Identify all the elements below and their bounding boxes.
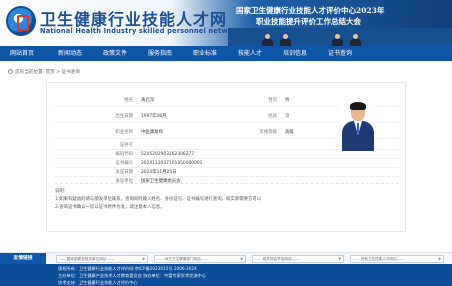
row-date: 发证日期 2024年11月25日 bbox=[55, 168, 399, 177]
notes-line-1: 1.如果有疑虑的请与颁发单位联系，查询同时输入姓名、身份证号、证书编号进行查询，… bbox=[55, 197, 262, 202]
banner-person bbox=[280, 34, 291, 46]
occupation-label: 职业名称 bbox=[115, 130, 133, 135]
banner-title-line2: 职业技能提升评价工作总结大会 bbox=[256, 17, 361, 26]
certificate-panel: 姓名 黄启深 性别 男 出生日期 1997年06月 民族 汉 职业名称 中医康复… bbox=[46, 82, 406, 232]
site-footer: 版权所有：卫生健康行业技能人才评价网 京ICP备2023015号 2006-20… bbox=[0, 264, 452, 286]
ethnicity-label: 民族 bbox=[268, 114, 277, 119]
occupation-value: 中医康复师 bbox=[141, 130, 163, 135]
breadcrumb: 您的当前位置: 首页 > 证书查询 bbox=[8, 69, 80, 75]
site-header: 卫生健康行业技能人才网 National Health Industry ski… bbox=[0, 0, 452, 46]
nav-item-talent[interactable]: 技能人才 bbox=[238, 46, 262, 61]
birth-label: 出生日期 bbox=[115, 114, 133, 119]
serial-value: 2024112037101350000001 bbox=[141, 161, 203, 166]
links-select-text: ------地方卫生健康部门网站------ bbox=[157, 257, 209, 261]
site-logo-icon[interactable] bbox=[6, 6, 36, 36]
chevron-down-icon: ▼ bbox=[438, 257, 441, 261]
main-nav: 网站首页 新闻动态 政策文件 服务指南 职业标准 技能人才 培训信息 证书查询 bbox=[0, 46, 452, 61]
certificate-photo bbox=[339, 101, 377, 151]
nav-item-standards[interactable]: 职业标准 bbox=[193, 46, 217, 61]
serial-label: 证书编号 bbox=[115, 161, 133, 166]
birth-value: 1997年06月 bbox=[141, 114, 167, 119]
nav-item-home[interactable]: 网站首页 bbox=[10, 46, 34, 61]
location-icon bbox=[8, 69, 13, 74]
chevron-down-icon: ▼ bbox=[338, 257, 341, 261]
links-select-ministries[interactable]: ------国家部委及相关单位网站------ ▼ bbox=[56, 255, 148, 263]
id-label: 证件号 bbox=[119, 143, 133, 148]
banner-title-line1: 国家卫生健康行业技能人才评价中心2023年 bbox=[236, 6, 385, 15]
nav-item-policy[interactable]: 政策文件 bbox=[103, 46, 127, 61]
level-label: 资格等级 bbox=[259, 130, 277, 135]
banner-photo bbox=[228, 28, 452, 46]
gender-label: 性别 bbox=[268, 98, 277, 103]
links-select-text: ------其他卫生技能人才网站------ bbox=[353, 257, 405, 261]
certificate-info: 姓名 黄启深 性别 男 出生日期 1997年06月 民族 汉 职业名称 中医康复… bbox=[55, 91, 399, 184]
friendly-links-bar: 友情链接 ------国家部委及相关单位网站------ ▼ ------地方卫生… bbox=[0, 252, 452, 265]
ethnicity-value: 汉 bbox=[285, 114, 290, 119]
nav-item-training[interactable]: 培训信息 bbox=[283, 46, 307, 61]
links-select-other[interactable]: ------其他卫生技能人才网站------ ▼ bbox=[350, 255, 444, 263]
footer-organizer: 主办单位：卫生健康产业技术人才教育委员会 协办单位：中富专家学术交流中心 bbox=[58, 273, 206, 278]
links-select-text: ------国家部委及相关单位网站------ bbox=[59, 257, 115, 261]
chevron-down-icon: ▼ bbox=[240, 257, 243, 261]
name-label: 姓名 bbox=[124, 98, 133, 103]
cert-no-label: 编码代码 bbox=[115, 152, 133, 157]
notes-line-2: 2.查询证书确认一切以证书原件为准，请注意本人信息。 bbox=[55, 205, 165, 210]
row-cert-no: 编码代码 5205292903262306277 bbox=[55, 150, 399, 159]
nav-item-certificate-query[interactable]: 证书查询 bbox=[328, 46, 352, 61]
breadcrumb-text[interactable]: 您的当前位置: 首页 > 证书查询 bbox=[15, 70, 80, 75]
banner-person bbox=[262, 34, 273, 46]
links-select-local[interactable]: ------地方卫生健康部门网站------ ▼ bbox=[154, 255, 246, 263]
name-value: 黄启深 bbox=[141, 98, 155, 103]
row-serial: 证书编号 2024112037101350000001 bbox=[55, 159, 399, 168]
nav-item-service[interactable]: 服务指南 bbox=[148, 46, 172, 61]
footer-copyright: 版权所有：卫生健康行业技能人才评价网 京ICP备2023015号 2006-20… bbox=[58, 266, 197, 271]
date-label: 发证日期 bbox=[115, 170, 133, 175]
notes-title: 说明： bbox=[55, 189, 69, 194]
footer-support: 技术支持：卫生健康行业技能人才评价中心 bbox=[58, 280, 138, 285]
level-value: 高级 bbox=[285, 130, 294, 135]
site-subtitle: National Health Industry skilled personn… bbox=[40, 27, 241, 35]
nav-item-news[interactable]: 新闻动态 bbox=[58, 46, 82, 61]
links-select-text: ------相关协会学会网站------ bbox=[255, 257, 300, 261]
notes-section: 说明： 1.如果有疑虑的请与颁发单位联系，查询同时输入姓名、身份证号、证书编号进… bbox=[55, 183, 399, 225]
banner-person bbox=[350, 34, 361, 46]
links-select-associations[interactable]: ------相关协会学会网站------ ▼ bbox=[252, 255, 344, 263]
banner-person bbox=[332, 34, 343, 46]
gender-value: 男 bbox=[285, 98, 290, 103]
date-value: 2024年11月25日 bbox=[141, 170, 177, 175]
chevron-down-icon: ▼ bbox=[142, 257, 145, 261]
cert-no-value: 5205292903262306277 bbox=[141, 152, 195, 157]
